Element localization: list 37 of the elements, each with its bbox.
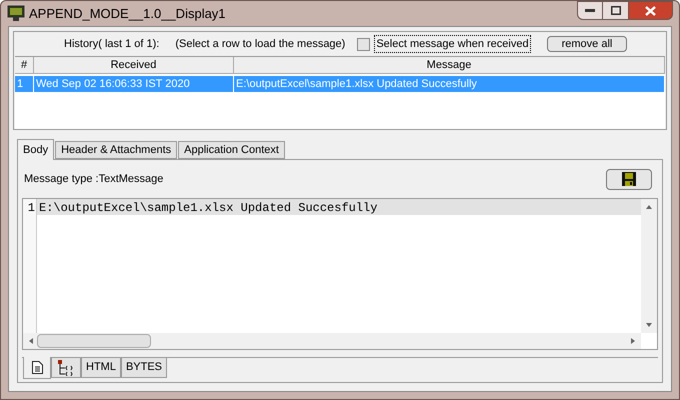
scroll-down-icon[interactable]	[646, 323, 652, 327]
window-title: APPEND_MODE__1.0__Display1	[29, 4, 226, 23]
tree-icon	[58, 360, 74, 376]
line-number: 1	[26, 200, 36, 215]
scroll-right-icon[interactable]	[631, 338, 635, 344]
history-hint: (Select a row to load the message)	[175, 36, 346, 52]
vertical-scrollbar[interactable]	[641, 199, 657, 333]
save-button[interactable]	[606, 168, 652, 190]
table-cell: Wed Sep 02 16:06:33 IST 2020	[34, 76, 234, 92]
document-icon	[32, 361, 42, 374]
minimize-button[interactable]	[577, 1, 603, 20]
remove-all-button[interactable]: remove all	[546, 36, 628, 52]
horizontal-scrollbar[interactable]	[23, 333, 641, 349]
column-header[interactable]: #	[15, 57, 34, 74]
history-label: History( last 1 of 1):	[64, 36, 160, 52]
table-cell: E:\outputExcel\sample1.xlsx Updated Succesfully	[234, 76, 665, 92]
view-tab[interactable]	[51, 358, 81, 378]
scroll-up-icon[interactable]	[646, 205, 652, 209]
column-header[interactable]: Message	[234, 57, 665, 74]
close-icon	[645, 6, 656, 16]
view-tab[interactable]: HTML	[81, 358, 121, 378]
checkbox[interactable]	[357, 38, 370, 50]
table-cell: 1	[15, 76, 34, 92]
minimize-icon	[585, 8, 595, 12]
tab[interactable]: Application Context	[178, 141, 285, 159]
tab[interactable]: Body	[17, 139, 54, 160]
monitor-icon	[7, 5, 25, 22]
message-type-label: Message type :TextMessage	[24, 172, 164, 187]
maximize-button[interactable]	[603, 1, 629, 20]
close-button[interactable]	[629, 1, 673, 20]
maximize-icon	[610, 6, 620, 15]
checkbox-label[interactable]: Select message when received	[374, 34, 531, 54]
column-header[interactable]: Received	[34, 57, 234, 74]
view-tab[interactable]: BYTES	[120, 358, 168, 378]
view-tab[interactable]	[23, 357, 51, 379]
tab[interactable]: Header & Attachments	[55, 141, 178, 159]
scroll-left-icon[interactable]	[29, 338, 33, 344]
